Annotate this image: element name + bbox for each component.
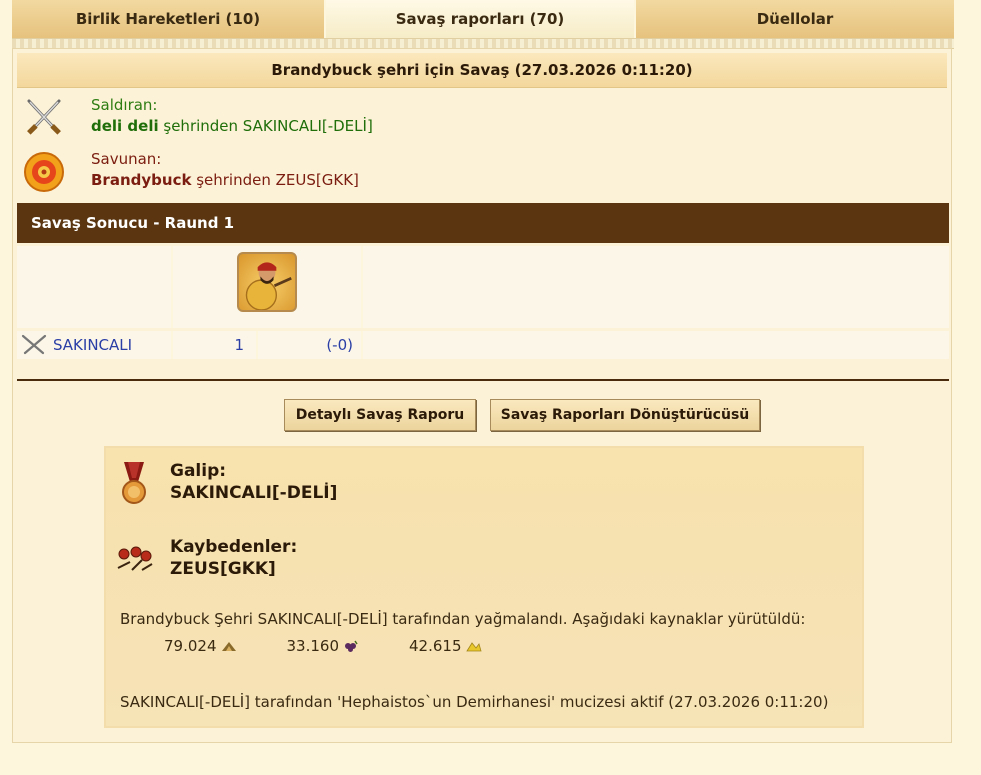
report-title: Brandybuck şehri için Savaş (27.03.2026 … xyxy=(17,53,947,88)
attacker-label: Saldıran: xyxy=(91,96,158,114)
resources-row: 79.024 33.160 42.615 xyxy=(164,637,532,655)
unit-portrait-icon xyxy=(237,252,297,312)
winner-section: Galip: SAKINCALI[-DELİ] xyxy=(114,460,337,508)
defender-label: Savunan: xyxy=(91,150,162,168)
plunder-text: Brandybuck Şehri SAKINCALI[-DELİ] tarafı… xyxy=(120,610,806,628)
sulfur-icon xyxy=(465,642,482,652)
shield-icon xyxy=(24,152,64,192)
tab-bar: Birlik Hareketleri (10) Savaş raporları … xyxy=(12,0,954,38)
loser-label: Kaybedenler: xyxy=(170,537,298,557)
medal-icon xyxy=(122,462,146,504)
winner-name: SAKINCALI[-DELİ] xyxy=(170,483,338,503)
attacker-player: şehrinden SAKINCALI[-DELİ] xyxy=(158,117,373,135)
divider xyxy=(17,379,949,381)
tab-combat-reports[interactable]: Savaş raporları (70) xyxy=(326,0,636,38)
round-title: Savaş Sonucu - Raund 1 xyxy=(17,203,949,243)
crossed-swords-icon xyxy=(27,99,61,135)
empty-cell xyxy=(17,246,173,328)
resource-wood: 79.024 xyxy=(164,637,237,655)
unit-count-row: SAKINCALI 1 (-0) xyxy=(17,331,949,359)
empty-cell xyxy=(363,246,949,328)
report-panel: Brandybuck şehri için Savaş (27.03.2026 … xyxy=(12,48,952,743)
detailed-report-button[interactable]: Detaylı Savaş Raporu xyxy=(284,399,476,431)
result-box: Galip: SAKINCALI[-DELİ] Kaybedenler: ZEU… xyxy=(104,446,864,728)
player-cell: SAKINCALI xyxy=(17,331,173,359)
wood-icon xyxy=(221,642,236,651)
resource-sulfur: 42.615 xyxy=(409,637,482,655)
unit-count: 1 xyxy=(173,331,258,359)
resource-value: 79.024 xyxy=(164,637,217,655)
tab-troop-movements[interactable]: Birlik Hareketleri (10) xyxy=(12,0,326,38)
player-name[interactable]: SAKINCALI xyxy=(53,336,132,354)
report-converter-button[interactable]: Savaş Raporları Dönüştürücüsü xyxy=(490,399,760,431)
attacker-info: Saldıran: deli deli şehrinden SAKINCALI[… xyxy=(21,95,373,141)
defender-info: Savunan: Brandybuck şehrinden ZEUS[GKK] xyxy=(21,149,359,195)
unit-icon-row xyxy=(17,246,949,328)
resource-value: 42.615 xyxy=(409,637,462,655)
attacker-city-link[interactable]: deli deli xyxy=(91,117,159,135)
wonder-text: SAKINCALI[-DELİ] tarafından 'Hephaistos`… xyxy=(120,693,829,711)
loser-name: ZEUS[GKK] xyxy=(170,559,276,579)
empty-cell xyxy=(363,331,949,359)
defender-city-link[interactable]: Brandybuck xyxy=(91,171,191,189)
unit-loss: (-0) xyxy=(258,331,363,359)
resource-value: 33.160 xyxy=(286,637,340,655)
defender-player: şehrinden ZEUS[GKK] xyxy=(191,171,359,189)
loser-section: Kaybedenler: ZEUS[GKK] xyxy=(114,536,297,584)
wine-icon xyxy=(345,640,358,652)
unit-cell xyxy=(173,246,363,328)
tab-duels[interactable]: Düellolar xyxy=(636,0,954,38)
resource-wine: 33.160 xyxy=(287,637,360,655)
crossed-swords-icon xyxy=(21,334,47,355)
defeated-soldiers-icon xyxy=(117,546,153,571)
winner-label: Galip: xyxy=(170,461,227,481)
